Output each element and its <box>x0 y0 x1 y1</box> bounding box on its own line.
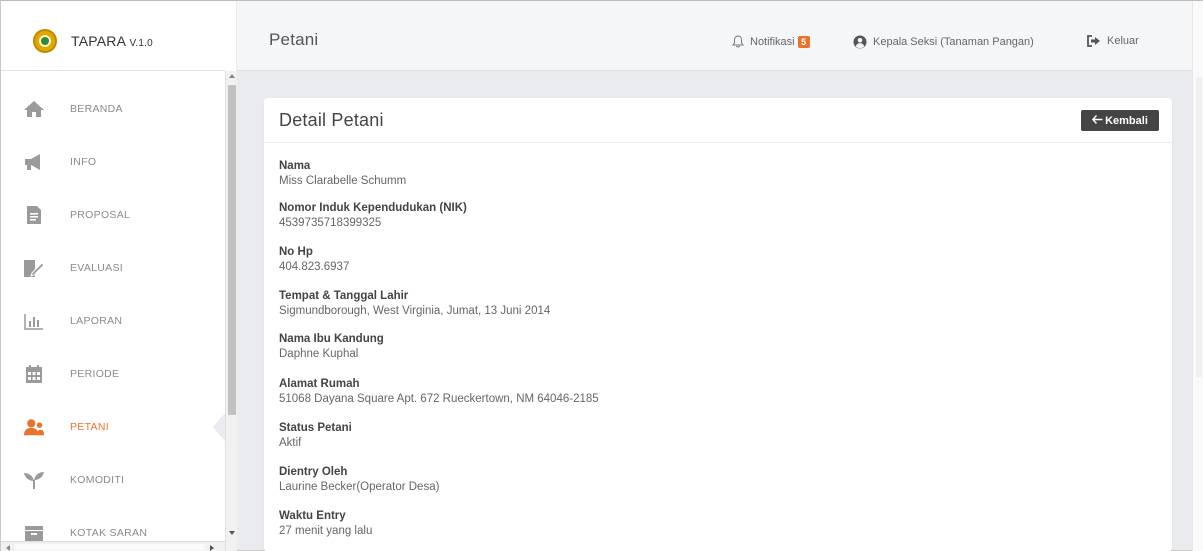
sidebar-item-beranda[interactable]: BERANDA <box>1 81 225 137</box>
page-scrollbar[interactable] <box>1192 1 1203 551</box>
active-indicator <box>213 413 225 441</box>
sidebar-item-periode[interactable]: PERIODE <box>1 346 225 402</box>
edit-document-icon <box>23 257 45 279</box>
notifications-label: Notifikasi <box>750 35 795 48</box>
field-nik: Nomor Induk Kependudukan (NIK) 453973571… <box>279 201 467 231</box>
field-value: 404.823.6937 <box>279 261 350 273</box>
field-no-hp: No Hp 404.823.6937 <box>279 245 349 275</box>
sidebar-item-evaluasi[interactable]: EVALUASI <box>1 240 225 296</box>
sidebar-item-label: KOTAK SARAN <box>70 527 148 539</box>
field-label: Nomor Induk Kependudukan (NIK) <box>279 202 467 214</box>
bar-chart-icon <box>23 310 45 332</box>
back-button[interactable]: Kembali <box>1081 110 1159 131</box>
top-header: Petani Notifikasi 5 Kepala Seksi (Tanama… <box>237 1 1192 71</box>
user-menu[interactable]: Kepala Seksi (Tanaman Pangan) <box>853 35 1034 49</box>
field-label: Nama Ibu Kandung <box>279 333 384 345</box>
field-alamat-rumah: Alamat Rumah 51068 Dayana Square Apt. 67… <box>279 377 599 407</box>
sidebar-item-label: PERIODE <box>70 368 120 380</box>
sidebar-item-komoditi[interactable]: KOMODITI <box>1 452 225 508</box>
card-title: Detail Petani <box>279 110 384 130</box>
sidebar: TAPARA V.1.0 BERANDA INFO PROPOSAL EVALU… <box>1 1 237 551</box>
field-value: 27 menit yang lalu <box>279 525 373 537</box>
logout-label: Keluar <box>1107 35 1139 47</box>
field-status-petani: Status Petani Aktif <box>279 421 352 451</box>
scroll-up-icon[interactable] <box>229 74 235 78</box>
notifications-link[interactable]: Notifikasi 5 <box>732 35 810 48</box>
home-icon <box>23 98 45 120</box>
sidebar-item-label: PETANI <box>70 421 109 433</box>
sidebar-item-proposal[interactable]: PROPOSAL <box>1 187 225 243</box>
field-label: Waktu Entry <box>279 510 346 522</box>
sidebar-item-label: KOMODITI <box>70 474 125 486</box>
sign-out-icon <box>1087 35 1101 47</box>
scroll-down-icon[interactable] <box>229 531 235 535</box>
field-nama-ibu-kandung: Nama Ibu Kandung Daphne Kuphal <box>279 332 384 362</box>
card-header: Detail Petani Kembali <box>264 98 1172 143</box>
logout-link[interactable]: Keluar <box>1087 35 1139 47</box>
field-label: Nama <box>279 160 311 172</box>
horizontal-scroll-thumb[interactable] <box>15 544 205 550</box>
sidebar-item-label: BERANDA <box>70 103 123 115</box>
megaphone-icon <box>23 151 45 173</box>
brand-version: V.1.0 <box>129 38 153 49</box>
sprout-icon <box>23 469 45 491</box>
detail-card: Detail Petani Kembali Nama Miss Clarabel… <box>264 98 1172 551</box>
calendar-icon <box>23 363 45 385</box>
brand-name: TAPARA V.1.0 <box>71 33 153 49</box>
brand-title: TAPARA <box>71 33 126 49</box>
sidebar-horizontal-scrollbar[interactable] <box>1 541 225 551</box>
field-value: 4539735718399325 <box>279 217 382 229</box>
field-label: Status Petani <box>279 422 352 434</box>
sidebar-scrollbar[interactable] <box>225 71 237 551</box>
sidebar-scroll-thumb[interactable] <box>228 85 236 415</box>
field-value: Sigmundborough, West Virginia, Jumat, 13… <box>279 305 551 317</box>
scroll-left-icon[interactable] <box>6 545 10 551</box>
back-button-label: Kembali <box>1105 114 1148 127</box>
sidebar-item-label: PROPOSAL <box>70 209 131 221</box>
bell-icon <box>732 35 744 48</box>
scroll-right-icon[interactable] <box>210 545 214 551</box>
user-role-label: Kepala Seksi (Tanaman Pangan) <box>873 36 1034 48</box>
arrow-left-icon <box>1091 114 1103 127</box>
sidebar-item-label: LAPORAN <box>70 315 123 327</box>
document-icon <box>23 204 45 226</box>
field-label: No Hp <box>279 246 313 258</box>
page-scroll-thumb[interactable] <box>1196 77 1202 377</box>
sidebar-item-label: INFO <box>70 156 97 168</box>
users-icon <box>23 416 45 438</box>
sidebar-item-petani[interactable]: PETANI <box>1 399 225 455</box>
sidebar-item-info[interactable]: INFO <box>1 134 225 190</box>
field-dientry-oleh: Dientry Oleh Laurine Becker(Operator Des… <box>279 465 439 495</box>
brand[interactable]: TAPARA V.1.0 <box>1 1 225 71</box>
field-value: Aktif <box>279 437 302 449</box>
field-nama: Nama Miss Clarabelle Schumm <box>279 159 406 189</box>
field-label: Alamat Rumah <box>279 378 360 390</box>
field-tempat-tanggal-lahir: Tempat & Tanggal Lahir Sigmundborough, W… <box>279 289 550 319</box>
field-label: Tempat & Tanggal Lahir <box>279 290 409 302</box>
page-title: Petani <box>269 30 319 49</box>
user-circle-icon <box>853 35 867 49</box>
field-value: Daphne Kuphal <box>279 348 359 360</box>
notifications-count-badge: 5 <box>797 35 810 48</box>
sidebar-item-label: EVALUASI <box>70 262 123 274</box>
field-value: Laurine Becker(Operator Desa) <box>279 481 440 493</box>
field-waktu-entry: Waktu Entry 27 menit yang lalu <box>279 509 372 539</box>
tapara-logo-icon <box>33 29 57 53</box>
app-window: TAPARA V.1.0 BERANDA INFO PROPOSAL EVALU… <box>0 0 1203 551</box>
field-value: Miss Clarabelle Schumm <box>279 175 407 187</box>
field-label: Dientry Oleh <box>279 466 348 478</box>
field-value: 51068 Dayana Square Apt. 672 Rueckertown… <box>279 393 599 405</box>
sidebar-item-laporan[interactable]: LAPORAN <box>1 293 225 349</box>
